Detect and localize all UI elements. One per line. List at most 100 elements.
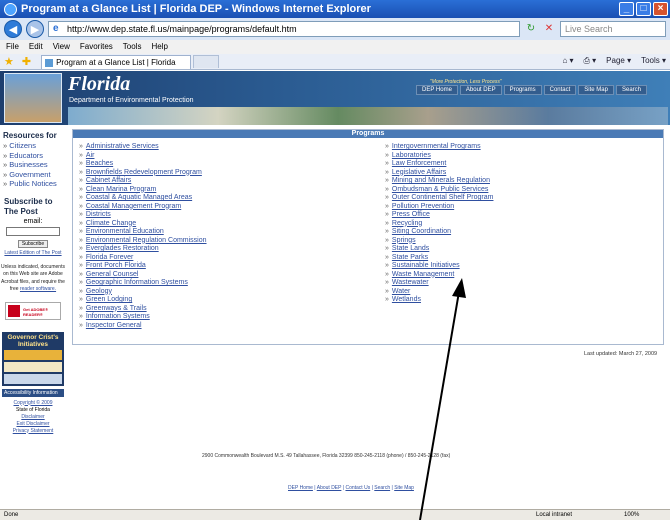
left-program-link[interactable]: Districts xyxy=(79,211,207,220)
right-program-link[interactable]: Intergovernmental Programs xyxy=(385,143,493,152)
close-button[interactable]: × xyxy=(653,2,668,16)
menu-file[interactable]: File xyxy=(6,40,19,54)
page-menu[interactable]: Page ▾ xyxy=(606,56,631,66)
status-bar: Done Local intranet 100% xyxy=(0,509,670,520)
right-program-link[interactable]: Mining and Minerals Regulation xyxy=(385,177,493,186)
right-program-link[interactable]: Press Office xyxy=(385,211,493,220)
nav-programs[interactable]: Programs xyxy=(503,85,542,95)
stop-icon[interactable]: ✕ xyxy=(542,22,556,36)
resource-citizens[interactable]: Citizens xyxy=(3,141,66,151)
left-program-link[interactable]: Climate Change xyxy=(79,220,207,229)
favorites-star-icon[interactable]: ★ xyxy=(4,55,14,68)
left-program-link[interactable]: Air xyxy=(79,152,207,161)
nav-search[interactable]: Search xyxy=(615,85,647,95)
maximize-button[interactable]: □ xyxy=(636,2,651,16)
email-field[interactable] xyxy=(6,226,60,236)
left-program-link[interactable]: Administrative Services xyxy=(79,143,207,152)
refresh-icon[interactable]: ↻ xyxy=(524,22,538,36)
home-icon[interactable]: ⌂ ▾ xyxy=(562,56,573,66)
tab-active[interactable]: Program at a Glance List | Florida DEP xyxy=(41,54,192,80)
right-program-link[interactable]: Wetlands xyxy=(385,296,493,305)
cover-florida-image[interactable] xyxy=(4,361,62,372)
right-program-link[interactable]: Outer Continental Shelf Program xyxy=(385,194,494,203)
add-favorites-icon[interactable]: ✚ xyxy=(22,55,31,68)
footer-search[interactable]: Search xyxy=(374,485,390,491)
h1n1-image[interactable] xyxy=(4,373,62,384)
left-program-link[interactable]: Environmental Regulation Commission xyxy=(79,237,207,246)
print-icon[interactable]: ⎙ ▾ xyxy=(584,56,597,66)
alert-banner-image[interactable] xyxy=(4,349,62,360)
left-program-link[interactable]: Geology xyxy=(79,288,207,297)
right-program-link[interactable]: Springs xyxy=(385,237,493,246)
footer-dep-home[interactable]: DEP Home xyxy=(288,485,313,491)
resource-public-notices[interactable]: Public Notices xyxy=(3,179,66,189)
resource-businesses[interactable]: Businesses xyxy=(3,160,66,170)
footer-contact-us[interactable]: Contact Us xyxy=(345,485,370,491)
copyright-link[interactable]: Copyright © 2009 xyxy=(0,400,66,407)
right-program-link[interactable]: Laboratories xyxy=(385,152,493,161)
forward-button[interactable]: ▶ xyxy=(26,20,44,38)
left-program-link[interactable]: Coastal Management Program xyxy=(79,203,207,212)
left-program-link[interactable]: Everglades Restoration xyxy=(79,245,207,254)
tools-menu[interactable]: Tools ▾ xyxy=(641,56,666,66)
subscribe-button[interactable]: Subscribe xyxy=(18,239,48,248)
nav-dep-home[interactable]: DEP Home xyxy=(416,85,458,95)
left-program-link[interactable]: Clean Marina Program xyxy=(79,186,207,195)
left-program-link[interactable]: Cabinet Affairs xyxy=(79,177,207,186)
left-program-link[interactable]: Coastal & Aquatic Managed Areas xyxy=(79,194,207,203)
nav-about-dep[interactable]: About DEP xyxy=(459,85,502,95)
menu-edit[interactable]: Edit xyxy=(29,40,43,54)
minimize-button[interactable]: _ xyxy=(619,2,634,16)
nav-contact[interactable]: Contact xyxy=(543,85,577,95)
menu-favorites[interactable]: Favorites xyxy=(80,40,113,54)
privacy-link[interactable]: Privacy Statement xyxy=(0,428,66,435)
disclaimer-link[interactable]: Disclaimer xyxy=(0,414,66,421)
right-program-link[interactable]: Water xyxy=(385,288,493,297)
reader-software-link[interactable]: reader software. xyxy=(20,286,56,292)
right-program-link[interactable]: Wastewater xyxy=(385,279,493,288)
programs-heading: Programs xyxy=(73,130,663,138)
right-program-link[interactable]: State Parks xyxy=(385,254,493,263)
search-input[interactable]: Live Search xyxy=(560,21,666,37)
latest-edition-link[interactable]: Latest Edition of The Post xyxy=(0,250,66,257)
menu-view[interactable]: View xyxy=(53,40,70,54)
right-program-link[interactable]: Ombudsman & Public Services xyxy=(385,186,493,195)
left-program-link[interactable]: Information Systems xyxy=(79,313,207,322)
left-program-link[interactable]: Inspector General xyxy=(79,322,207,331)
adobe-reader-badge[interactable]: Get ADOBE® READER® xyxy=(5,301,61,320)
right-program-link[interactable]: Recycling xyxy=(385,220,493,229)
left-program-link[interactable]: Front Porch Florida xyxy=(79,262,207,271)
left-program-link[interactable]: Geographic Information Systems xyxy=(79,279,207,288)
banner-photo-strip xyxy=(68,107,668,125)
state-label: State of Florida xyxy=(16,406,50,413)
right-program-link[interactable]: Sustainable Initiatives xyxy=(385,262,493,271)
left-program-link[interactable]: Green Lodging xyxy=(79,296,207,305)
resource-educators[interactable]: Educators xyxy=(3,151,66,161)
left-program-link[interactable]: Florida Forever xyxy=(79,254,207,263)
new-tab-button[interactable] xyxy=(193,55,220,68)
left-program-link[interactable]: General Counsel xyxy=(79,271,207,280)
right-program-link[interactable]: Legislative Affairs xyxy=(385,169,493,178)
right-program-link[interactable]: State Lands xyxy=(385,245,493,254)
exit-disclaimer-link[interactable]: Exit Disclaimer xyxy=(0,421,66,428)
left-program-link[interactable]: Greenways & Trails xyxy=(79,305,207,314)
right-program-link[interactable]: Pollution Prevention xyxy=(385,203,493,212)
footer-about-dep[interactable]: About DEP xyxy=(317,485,342,491)
zoom-level[interactable]: 100% xyxy=(624,510,639,520)
nav-site-map[interactable]: Site Map xyxy=(578,85,614,95)
resource-government[interactable]: Government xyxy=(3,170,66,180)
right-program-link[interactable]: Siting Coordination xyxy=(385,228,493,237)
left-program-link[interactable]: Environmental Education xyxy=(79,228,207,237)
adobe-note: Unless indicated, documents on this Web … xyxy=(0,264,66,294)
left-program-link[interactable]: Brownfields Redevelopment Program xyxy=(79,169,207,178)
accessibility-link[interactable]: Accessibility Information xyxy=(2,388,64,397)
left-program-link[interactable]: Beaches xyxy=(79,160,207,169)
menu-help[interactable]: Help xyxy=(151,40,167,54)
footer-site-map[interactable]: Site Map xyxy=(394,485,414,491)
address-bar[interactable]: http://www.dep.state.fl.us/mainpage/prog… xyxy=(48,21,520,37)
right-program-link[interactable]: Law Enforcement xyxy=(385,160,493,169)
dep-logo[interactable] xyxy=(4,73,62,123)
back-button[interactable]: ◀ xyxy=(4,20,22,38)
right-program-link[interactable]: Waste Management xyxy=(385,271,493,280)
menu-tools[interactable]: Tools xyxy=(123,40,142,54)
